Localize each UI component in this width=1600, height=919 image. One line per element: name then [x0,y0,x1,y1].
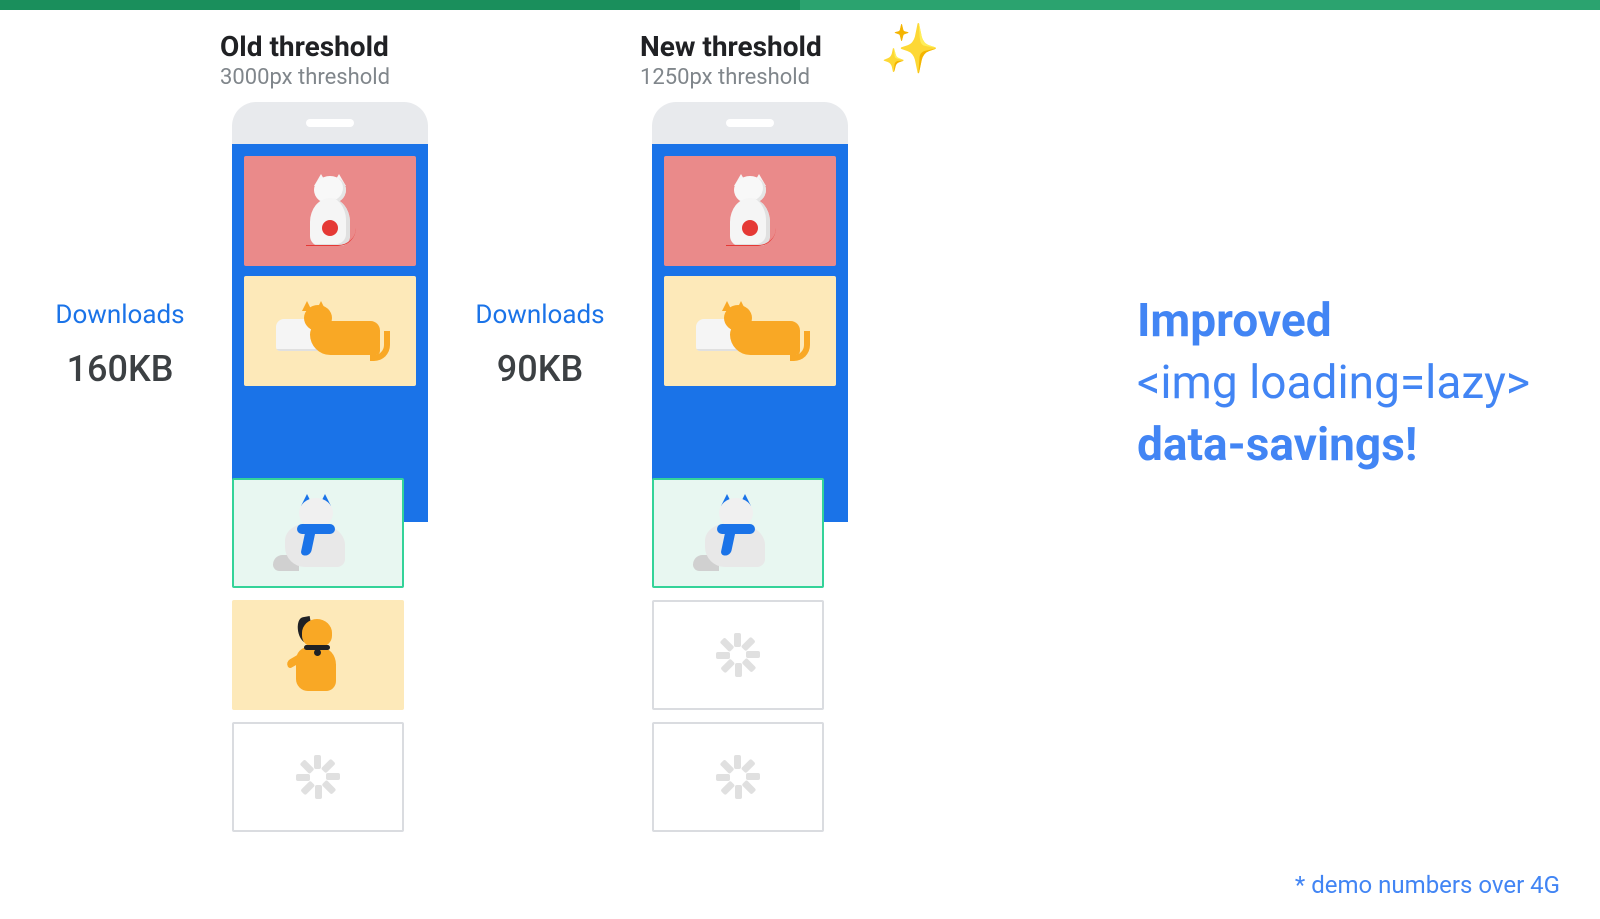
new-phone-mockup [652,102,848,832]
old-heading: Old threshold 3000px threshold [220,30,440,90]
sparkle-icon: ✨ [880,20,940,77]
image-card-orange-cat [664,276,836,386]
headline-message: Improved <img loading=lazy> data-savings… [1137,290,1530,476]
new-subtitle: 1250px threshold [640,65,860,90]
disclaimer-text: * demo numbers over 4G [1295,871,1560,899]
new-downloads-label: Downloads [475,300,604,330]
headline-line3: data-savings! [1137,414,1530,476]
image-placeholder [652,722,824,832]
old-below-fold [232,478,428,832]
old-title: Old threshold [220,30,440,63]
old-phone-column: Old threshold 3000px threshold [220,30,440,832]
top-border-decoration [0,0,1600,10]
image-card-cat-yarn [244,156,416,266]
new-phone-column: New threshold 1250px threshold ✨ [640,30,860,832]
new-heading: New threshold 1250px threshold ✨ [640,30,860,90]
old-downloads-label: Downloads [55,300,184,330]
phone-notch [652,102,848,144]
old-subtitle: 3000px threshold [220,65,440,90]
image-card-cat-yarn [664,156,836,266]
loading-spinner-icon [716,633,760,677]
phone-notch [232,102,428,144]
old-downloads-value: 160KB [67,348,174,390]
new-phone-viewport [652,144,848,522]
image-card-blue-cat [232,478,404,588]
image-card-orange-cat [244,276,416,386]
headline-line1: Improved [1137,290,1530,352]
loading-spinner-icon [296,755,340,799]
image-placeholder [232,722,404,832]
image-placeholder [652,600,824,710]
image-card-dog [232,600,404,710]
old-stats-column: Downloads 160KB [20,30,220,832]
new-downloads-value: 90KB [497,348,583,390]
new-title: New threshold [640,30,860,63]
old-phone-mockup [232,102,428,832]
old-phone-viewport [232,144,428,522]
image-card-blue-cat [652,478,824,588]
new-stats-column: Downloads 90KB [440,30,640,832]
new-below-fold [652,478,848,832]
loading-spinner-icon [716,755,760,799]
headline-line2: <img loading=lazy> [1137,352,1530,414]
